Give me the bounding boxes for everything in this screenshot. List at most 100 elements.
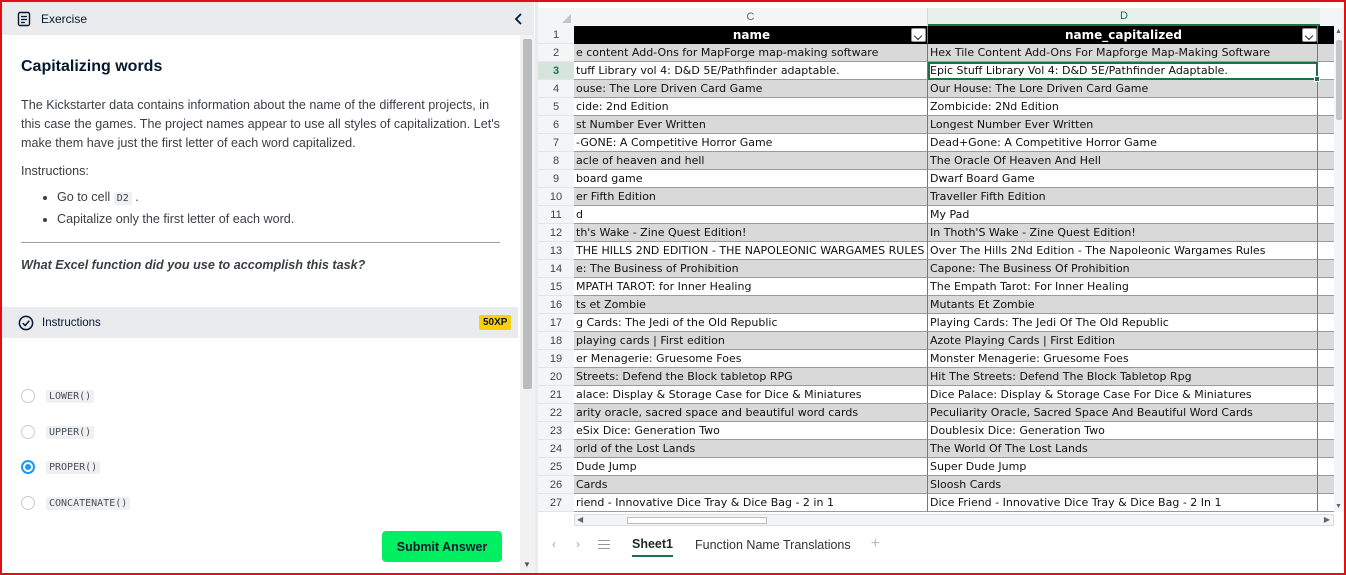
cell-empty[interactable]	[1318, 350, 1334, 368]
cell-name-capitalized[interactable]: Azote Playing Cards | First Edition	[928, 332, 1318, 350]
cell-empty[interactable]	[1318, 134, 1334, 152]
radio-button[interactable]	[21, 425, 35, 439]
row-number[interactable]: 3	[538, 62, 574, 80]
row-number[interactable]: 6	[538, 116, 574, 134]
add-sheet-icon[interactable]: +	[871, 535, 880, 553]
sheet-vertical-scrollbar[interactable]: ▲ ▼	[1334, 26, 1344, 512]
row-number[interactable]: 16	[538, 296, 574, 314]
cell-empty[interactable]	[1318, 152, 1334, 170]
row-number[interactable]: 19	[538, 350, 574, 368]
cell-name[interactable]: Cards	[574, 476, 928, 494]
row-number[interactable]: 13	[538, 242, 574, 260]
cell-empty[interactable]	[1318, 224, 1334, 242]
cell-name-capitalized[interactable]: Traveller Fifth Edition	[928, 188, 1318, 206]
sheet-tab-function-name-translations[interactable]: Function Name Translations	[695, 532, 851, 556]
scroll-right-icon[interactable]: ▶	[1324, 515, 1330, 524]
column-header-c[interactable]: C	[574, 8, 928, 26]
cell-name-capitalized[interactable]: Peculiarity Oracle, Sacred Space And Bea…	[928, 404, 1318, 422]
cell-empty[interactable]	[1318, 332, 1334, 350]
cell-empty[interactable]	[1318, 62, 1334, 80]
cell-name-capitalized[interactable]: Dead+Gone: A Competitive Horror Game	[928, 134, 1318, 152]
filter-dropdown-icon[interactable]	[1302, 28, 1317, 42]
row-number[interactable]: 25	[538, 458, 574, 476]
cell-empty[interactable]	[1318, 458, 1334, 476]
cell-empty[interactable]	[1318, 296, 1334, 314]
header-cell-name-capitalized[interactable]: name_capitalized	[928, 26, 1318, 44]
cell-empty[interactable]	[1318, 404, 1334, 422]
cell-empty[interactable]	[1318, 440, 1334, 458]
row-number[interactable]: 12	[538, 224, 574, 242]
cell-name-capitalized[interactable]: Epic Stuff Library Vol 4: D&D 5E/Pathfin…	[928, 62, 1318, 80]
row-number[interactable]: 22	[538, 404, 574, 422]
cell-name[interactable]: th's Wake - Zine Quest Edition!	[574, 224, 928, 242]
row-number[interactable]: 4	[538, 80, 574, 98]
cell-name[interactable]: riend - Innovative Dice Tray & Dice Bag …	[574, 494, 928, 512]
scroll-left-icon[interactable]: ◀	[577, 515, 583, 524]
cell-name[interactable]: board game	[574, 170, 928, 188]
cell-name[interactable]: Dude Jump	[574, 458, 928, 476]
cell-name[interactable]: acle of heaven and hell	[574, 152, 928, 170]
row-number[interactable]: 9	[538, 170, 574, 188]
row-number[interactable]: 10	[538, 188, 574, 206]
cell-empty[interactable]	[1318, 476, 1334, 494]
cell-name[interactable]: e: The Business of Prohibition	[574, 260, 928, 278]
cell-name-capitalized[interactable]: My Pad	[928, 206, 1318, 224]
cell-name[interactable]: eSix Dice: Generation Two	[574, 422, 928, 440]
cell-empty[interactable]	[1318, 494, 1334, 512]
cell-name-capitalized[interactable]: Hit The Streets: Defend The Block Tablet…	[928, 368, 1318, 386]
instructions-bar[interactable]: Instructions 50XP	[2, 307, 518, 338]
header-cell-empty[interactable]	[1318, 26, 1334, 44]
prev-sheet-icon[interactable]: ‹	[552, 537, 556, 551]
cell-name-capitalized[interactable]: Capone: The Business Of Prohibition	[928, 260, 1318, 278]
cell-name[interactable]: arity oracle, sacred space and beautiful…	[574, 404, 928, 422]
cell-name[interactable]: ts et Zombie	[574, 296, 928, 314]
scroll-down-icon[interactable]: ▼	[523, 560, 531, 569]
cell-empty[interactable]	[1318, 206, 1334, 224]
cell-empty[interactable]	[1318, 242, 1334, 260]
option-proper[interactable]: PROPER()	[21, 460, 101, 474]
panel-scrollbar[interactable]: ▼	[520, 35, 535, 573]
cell-name[interactable]: tuff Library vol 4: D&D 5E/Pathfinder ad…	[574, 62, 928, 80]
scroll-down-icon[interactable]: ▼	[1335, 503, 1342, 510]
cell-empty[interactable]	[1318, 422, 1334, 440]
row-number[interactable]: 1	[538, 26, 574, 44]
cell-name-capitalized[interactable]: Hex Tile Content Add-Ons For Mapforge Ma…	[928, 44, 1318, 62]
cell-name-capitalized[interactable]: The Oracle Of Heaven And Hell	[928, 152, 1318, 170]
cell-empty[interactable]	[1318, 314, 1334, 332]
row-number[interactable]: 27	[538, 494, 574, 512]
row-number[interactable]: 15	[538, 278, 574, 296]
cell-name[interactable]: st Number Ever Written	[574, 116, 928, 134]
cell-name-capitalized[interactable]: Zombicide: 2Nd Edition	[928, 98, 1318, 116]
cell-name-capitalized[interactable]: Over The Hills 2Nd Edition - The Napoleo…	[928, 242, 1318, 260]
row-number[interactable]: 5	[538, 98, 574, 116]
cell-empty[interactable]	[1318, 278, 1334, 296]
option-concatenate[interactable]: CONCATENATE()	[21, 496, 131, 510]
column-header-e[interactable]	[1320, 8, 1344, 26]
cell-name-capitalized[interactable]: Super Dude Jump	[928, 458, 1318, 476]
header-cell-name[interactable]: name	[574, 26, 928, 44]
cell-name[interactable]: Streets: Defend the Block tabletop RPG	[574, 368, 928, 386]
row-number[interactable]: 23	[538, 422, 574, 440]
scrollbar-thumb[interactable]	[523, 39, 532, 389]
cell-name-capitalized[interactable]: Monster Menagerie: Gruesome Foes	[928, 350, 1318, 368]
cell-name[interactable]: er Menagerie: Gruesome Foes	[574, 350, 928, 368]
radio-button-selected[interactable]	[21, 460, 35, 474]
cell-empty[interactable]	[1318, 44, 1334, 62]
scrollbar-thumb[interactable]	[1336, 40, 1342, 120]
cell-name[interactable]: -GONE: A Competitive Horror Game	[574, 134, 928, 152]
cell-empty[interactable]	[1318, 170, 1334, 188]
cell-name-capitalized[interactable]: Dice Friend - Innovative Dice Tray & Dic…	[928, 494, 1318, 512]
cell-name-capitalized[interactable]: Mutants Et Zombie	[928, 296, 1318, 314]
row-number[interactable]: 20	[538, 368, 574, 386]
cell-name[interactable]: MPATH TAROT: for Inner Healing	[574, 278, 928, 296]
cell-name-capitalized[interactable]: The Empath Tarot: For Inner Healing	[928, 278, 1318, 296]
scroll-up-icon[interactable]: ▲	[1335, 28, 1342, 35]
option-upper[interactable]: UPPER()	[21, 425, 95, 439]
cell-empty[interactable]	[1318, 188, 1334, 206]
submit-answer-button[interactable]: Submit Answer	[382, 531, 502, 562]
sheet-horizontal-scrollbar[interactable]: ◀ ▶	[574, 514, 1334, 526]
row-number[interactable]: 26	[538, 476, 574, 494]
sheet-list-menu-icon[interactable]	[598, 537, 610, 552]
cell-name-capitalized[interactable]: Playing Cards: The Jedi Of The Old Repub…	[928, 314, 1318, 332]
cell-name-capitalized[interactable]: Longest Number Ever Written	[928, 116, 1318, 134]
